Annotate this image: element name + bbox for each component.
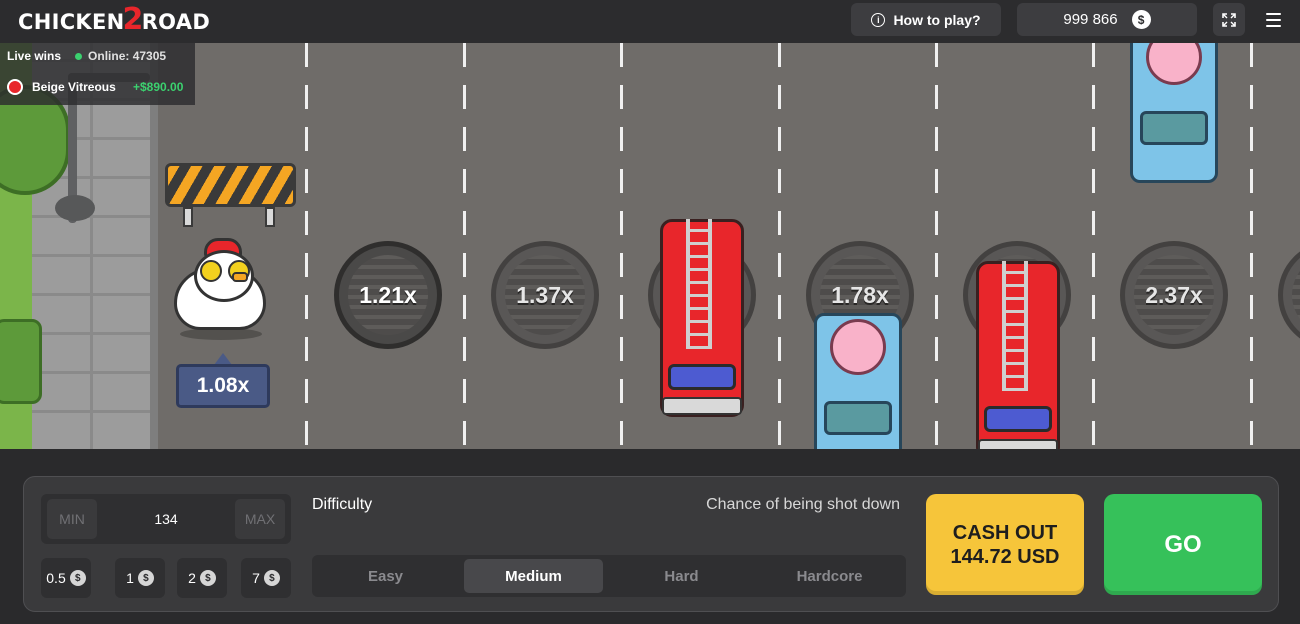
chance-label: Chance of being shot down — [706, 496, 900, 513]
game-logo: CHICKEN 2 ROAD — [18, 1, 211, 37]
difficulty-option-easy[interactable]: Easy — [316, 559, 455, 593]
manhole-lane-6[interactable]: 2.37x — [1120, 241, 1228, 349]
truck-windshield — [668, 364, 736, 390]
multiplier-label: 2.37x — [1145, 281, 1203, 308]
menu-line — [1265, 19, 1281, 21]
difficulty-selector: Easy Medium Hard Hardcore — [312, 555, 906, 597]
go-button[interactable]: GO — [1104, 494, 1262, 595]
bush — [0, 319, 42, 404]
balance-value: 999 866 — [1063, 11, 1118, 28]
truck-windshield — [824, 401, 892, 435]
barrier-leg — [183, 207, 193, 227]
avatar — [7, 79, 23, 95]
bet-control-panel: MIN 134 MAX 0.5 $ 1 $ 2 $ 7 $ Difficulty… — [23, 476, 1279, 612]
quick-bet-button[interactable]: 7 $ — [241, 558, 291, 598]
online-count: Online: 47305 — [75, 49, 166, 63]
bet-amount-input[interactable]: 134 — [97, 494, 235, 544]
dollar-coin-icon: $ — [69, 570, 86, 586]
hamburger-menu-button[interactable] — [1258, 6, 1288, 34]
live-win-entry: Beige Vitreous +$890.00 — [7, 79, 183, 95]
truck-windshield — [1140, 111, 1208, 145]
live-wins-header: Live wins Online: 47305 — [7, 49, 166, 63]
bet-amount-control: MIN 134 MAX — [41, 494, 291, 544]
expand-icon — [1222, 12, 1236, 27]
dollar-coin-icon: $ — [199, 570, 216, 586]
live-wins-panel: Live wins Online: 47305 Beige Vitreous +… — [0, 43, 195, 105]
fire-truck — [656, 219, 748, 419]
cash-out-button[interactable]: CASH OUT 144.72 USD — [926, 494, 1084, 595]
quick-bet-button[interactable]: 2 $ — [177, 558, 227, 598]
ice-cream-cone-icon — [830, 319, 886, 375]
cash-out-amount: 144.72 USD — [950, 545, 1060, 568]
road-scene: 1.08x 1.21x 1.37x 1.78x 2.37x — [0, 43, 1300, 449]
quick-bet-value: 0.5 — [46, 570, 66, 586]
quick-bet-button[interactable]: 0.5 $ — [41, 558, 91, 598]
how-to-play-label: How to play? — [893, 11, 981, 28]
quick-bet-value: 7 — [252, 570, 260, 586]
lane-divider — [935, 43, 938, 449]
lane-divider — [620, 43, 623, 449]
max-bet-button[interactable]: MAX — [235, 499, 285, 539]
online-dot-icon — [75, 52, 83, 60]
min-bet-button[interactable]: MIN — [47, 499, 97, 539]
chicken-beak — [232, 272, 248, 282]
online-label: Online: 47305 — [88, 49, 167, 63]
chicken-eye — [200, 260, 222, 282]
truck-ladder — [686, 219, 712, 349]
difficulty-option-hardcore[interactable]: Hardcore — [760, 559, 899, 593]
live-wins-title: Live wins — [7, 49, 62, 63]
balance-display: 999 866 $ — [1017, 3, 1197, 36]
lane-divider — [305, 43, 308, 449]
multiplier-label: 1.78x — [831, 281, 889, 308]
barrier-leg — [265, 207, 275, 227]
dollar-coin-icon: $ — [263, 570, 280, 586]
difficulty-option-hard[interactable]: Hard — [612, 559, 751, 593]
win-amount: +$890.00 — [133, 80, 184, 94]
manhole-lane-1[interactable]: 1.21x — [334, 241, 442, 349]
lane-divider — [778, 43, 781, 449]
truck-bumper — [662, 397, 742, 415]
menu-line — [1265, 13, 1281, 15]
current-multiplier-value: 1.08x — [176, 364, 270, 408]
quick-bet-button[interactable]: 1 $ — [115, 558, 165, 598]
lane-divider — [1250, 43, 1253, 449]
winner-name: Beige Vitreous — [32, 80, 116, 94]
manhole-lane-7[interactable] — [1278, 241, 1300, 349]
truck-windshield — [984, 406, 1052, 432]
quick-bet-value: 1 — [126, 570, 134, 586]
cash-out-label: CASH OUT — [952, 521, 1058, 544]
top-bar: CHICKEN 2 ROAD i How to play? 999 866 $ — [0, 0, 1300, 43]
street-lamp-base — [55, 195, 95, 221]
road-barrier — [165, 163, 296, 227]
menu-line — [1265, 25, 1281, 27]
difficulty-label: Difficulty — [312, 496, 373, 513]
lane-divider — [463, 43, 466, 449]
fire-truck — [972, 261, 1064, 449]
ice-cream-truck — [1126, 43, 1222, 183]
game-app: CHICKEN 2 ROAD i How to play? 999 866 $ — [0, 0, 1300, 624]
truck-bumper — [978, 439, 1058, 449]
manhole-lane-2[interactable]: 1.37x — [491, 241, 599, 349]
difficulty-option-medium[interactable]: Medium — [464, 559, 603, 593]
dollar-coin-icon: $ — [137, 570, 154, 586]
dollar-coin-icon: $ — [1131, 10, 1151, 29]
ice-cream-truck — [810, 313, 906, 449]
multiplier-label: 1.37x — [516, 281, 574, 308]
current-multiplier-tag: 1.08x — [176, 353, 270, 409]
how-to-play-button[interactable]: i How to play? — [851, 3, 1001, 36]
barrier-stripe — [165, 163, 296, 207]
fullscreen-button[interactable] — [1213, 3, 1245, 36]
chicken-character — [170, 238, 270, 340]
lane-divider — [1092, 43, 1095, 449]
quick-bet-value: 2 — [188, 570, 196, 586]
info-icon: i — [871, 12, 886, 27]
multiplier-label: 1.21x — [359, 281, 417, 308]
truck-ladder — [1002, 261, 1028, 391]
